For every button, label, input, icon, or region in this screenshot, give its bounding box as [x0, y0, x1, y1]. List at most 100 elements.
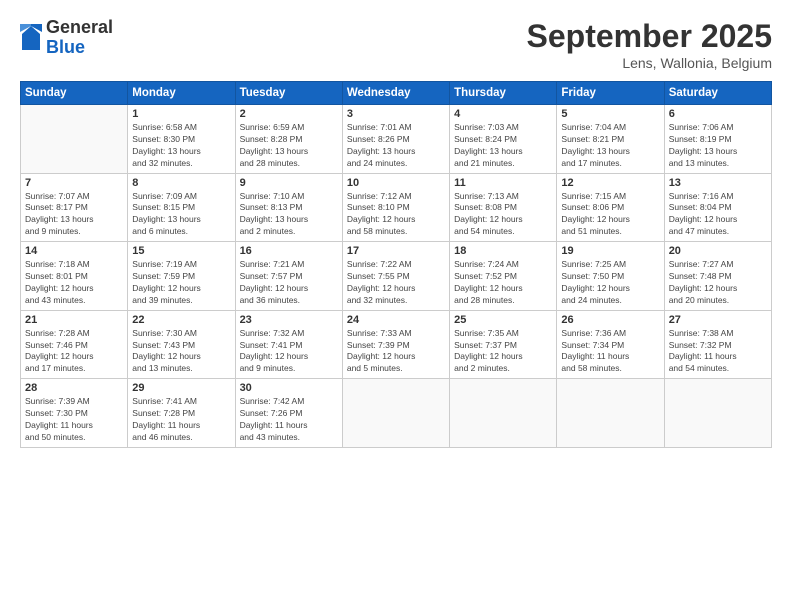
day-number: 11: [454, 177, 552, 189]
calendar-cell: 6Sunrise: 7:06 AM Sunset: 8:19 PM Daylig…: [664, 105, 771, 174]
calendar-table: SundayMondayTuesdayWednesdayThursdayFrid…: [20, 81, 772, 448]
calendar-cell: 23 Sunrise: 7:32 AM Sunset: 7:41 PM Dayli…: [235, 310, 342, 379]
day-number: 1: [132, 108, 230, 120]
day-info: Sunrise: 7:25 AM Sunset: 7:50 PM Dayligh…: [561, 259, 659, 307]
day-number: 2: [240, 108, 338, 120]
day-info: Sunrise: 7:18 AM Sunset: 8:01 PM Dayligh…: [25, 259, 123, 307]
calendar-week-row: 1 Sunrise: 6:58 AM Sunset: 8:30 PM Daylig…: [21, 105, 772, 174]
day-info: Sunrise: 7:12 AM Sunset: 8:10 PM Dayligh…: [347, 191, 445, 239]
calendar-week-row: 7Sunrise: 7:07 AM Sunset: 8:17 PM Daylig…: [21, 173, 772, 242]
calendar-cell: 17Sunrise: 7:22 AM Sunset: 7:55 PM Dayli…: [342, 242, 449, 311]
day-info: Sunrise: 7:21 AM Sunset: 7:57 PM Dayligh…: [240, 259, 338, 307]
day-number: 20: [669, 245, 767, 257]
day-info: Sunrise: 7:38 AM Sunset: 7:32 PM Dayligh…: [669, 328, 767, 376]
calendar-cell: [557, 379, 664, 448]
calendar-cell: 18 Sunrise: 7:24 AM Sunset: 7:52 PM Dayli…: [450, 242, 557, 311]
day-info: Sunrise: 7:39 AM Sunset: 7:30 PM Dayligh…: [25, 396, 123, 444]
calendar-cell: 22 Sunrise: 7:30 AM Sunset: 7:43 PM Dayli…: [128, 310, 235, 379]
day-number: 22: [132, 314, 230, 326]
day-info: Sunrise: 7:33 AM Sunset: 7:39 PM Dayligh…: [347, 328, 445, 376]
calendar-cell: 12 Sunrise: 7:15 AM Sunset: 8:06 PM Dayli…: [557, 173, 664, 242]
calendar-cell: 4Sunrise: 7:03 AM Sunset: 8:24 PM Daylig…: [450, 105, 557, 174]
day-number: 7: [25, 177, 123, 189]
calendar-title: September 2025: [527, 18, 772, 55]
day-number: 9: [240, 177, 338, 189]
day-number: 13: [669, 177, 767, 189]
day-number: 26: [561, 314, 659, 326]
day-number: 18: [454, 245, 552, 257]
calendar-week-row: 28Sunrise: 7:39 AM Sunset: 7:30 PM Dayli…: [21, 379, 772, 448]
day-info: Sunrise: 7:06 AM Sunset: 8:19 PM Dayligh…: [669, 122, 767, 170]
calendar-cell: 10 Sunrise: 7:12 AM Sunset: 8:10 PM Dayli…: [342, 173, 449, 242]
calendar-header-row: SundayMondayTuesdayWednesdayThursdayFrid…: [21, 82, 772, 105]
day-number: 16: [240, 245, 338, 257]
calendar-cell: 25 Sunrise: 7:35 AM Sunset: 7:37 PM Dayli…: [450, 310, 557, 379]
calendar-cell: [450, 379, 557, 448]
calendar-week-row: 21Sunrise: 7:28 AM Sunset: 7:46 PM Dayli…: [21, 310, 772, 379]
day-number: 8: [132, 177, 230, 189]
logo-blue: Blue: [46, 38, 113, 58]
header: General Blue September 2025 Lens, Wallon…: [20, 18, 772, 71]
page: General Blue September 2025 Lens, Wallon…: [0, 0, 792, 612]
weekday-header: Tuesday: [235, 82, 342, 105]
day-number: 17: [347, 245, 445, 257]
weekday-header: Saturday: [664, 82, 771, 105]
calendar-cell: 7Sunrise: 7:07 AM Sunset: 8:17 PM Daylig…: [21, 173, 128, 242]
logo-general: General: [46, 18, 113, 38]
calendar-cell: 29 Sunrise: 7:41 AM Sunset: 7:28 PM Dayli…: [128, 379, 235, 448]
calendar-week-row: 14 Sunrise: 7:18 AM Sunset: 8:01 PM Dayli…: [21, 242, 772, 311]
day-info: Sunrise: 7:27 AM Sunset: 7:48 PM Dayligh…: [669, 259, 767, 307]
calendar-cell: 5 Sunrise: 7:04 AM Sunset: 8:21 PM Daylig…: [557, 105, 664, 174]
calendar-cell: [664, 379, 771, 448]
calendar-cell: [21, 105, 128, 174]
day-info: Sunrise: 7:09 AM Sunset: 8:15 PM Dayligh…: [132, 191, 230, 239]
day-info: Sunrise: 7:04 AM Sunset: 8:21 PM Dayligh…: [561, 122, 659, 170]
day-info: Sunrise: 7:15 AM Sunset: 8:06 PM Dayligh…: [561, 191, 659, 239]
day-number: 10: [347, 177, 445, 189]
calendar-cell: 9 Sunrise: 7:10 AM Sunset: 8:13 PM Daylig…: [235, 173, 342, 242]
day-number: 23: [240, 314, 338, 326]
day-info: Sunrise: 7:24 AM Sunset: 7:52 PM Dayligh…: [454, 259, 552, 307]
day-info: Sunrise: 7:32 AM Sunset: 7:41 PM Dayligh…: [240, 328, 338, 376]
day-number: 5: [561, 108, 659, 120]
day-info: Sunrise: 7:19 AM Sunset: 7:59 PM Dayligh…: [132, 259, 230, 307]
calendar-cell: 20 Sunrise: 7:27 AM Sunset: 7:48 PM Dayli…: [664, 242, 771, 311]
calendar-cell: 21Sunrise: 7:28 AM Sunset: 7:46 PM Dayli…: [21, 310, 128, 379]
calendar-cell: 27 Sunrise: 7:38 AM Sunset: 7:32 PM Dayli…: [664, 310, 771, 379]
day-number: 29: [132, 382, 230, 394]
logo-icon: [20, 24, 42, 52]
day-info: Sunrise: 7:35 AM Sunset: 7:37 PM Dayligh…: [454, 328, 552, 376]
day-number: 12: [561, 177, 659, 189]
calendar-cell: 30Sunrise: 7:42 AM Sunset: 7:26 PM Dayli…: [235, 379, 342, 448]
day-info: Sunrise: 7:10 AM Sunset: 8:13 PM Dayligh…: [240, 191, 338, 239]
weekday-header: Sunday: [21, 82, 128, 105]
day-number: 15: [132, 245, 230, 257]
day-info: Sunrise: 7:36 AM Sunset: 7:34 PM Dayligh…: [561, 328, 659, 376]
day-number: 30: [240, 382, 338, 394]
calendar-cell: 1 Sunrise: 6:58 AM Sunset: 8:30 PM Daylig…: [128, 105, 235, 174]
calendar-cell: 24 Sunrise: 7:33 AM Sunset: 7:39 PM Dayli…: [342, 310, 449, 379]
day-number: 14: [25, 245, 123, 257]
day-number: 3: [347, 108, 445, 120]
day-number: 4: [454, 108, 552, 120]
day-info: Sunrise: 6:59 AM Sunset: 8:28 PM Dayligh…: [240, 122, 338, 170]
day-number: 25: [454, 314, 552, 326]
day-info: Sunrise: 7:30 AM Sunset: 7:43 PM Dayligh…: [132, 328, 230, 376]
day-number: 27: [669, 314, 767, 326]
calendar-cell: 16 Sunrise: 7:21 AM Sunset: 7:57 PM Dayli…: [235, 242, 342, 311]
day-info: Sunrise: 7:01 AM Sunset: 8:26 PM Dayligh…: [347, 122, 445, 170]
calendar-cell: 11Sunrise: 7:13 AM Sunset: 8:08 PM Dayli…: [450, 173, 557, 242]
calendar-cell: 26 Sunrise: 7:36 AM Sunset: 7:34 PM Dayli…: [557, 310, 664, 379]
calendar-cell: 15 Sunrise: 7:19 AM Sunset: 7:59 PM Dayli…: [128, 242, 235, 311]
calendar-subtitle: Lens, Wallonia, Belgium: [527, 55, 772, 71]
weekday-header: Monday: [128, 82, 235, 105]
day-number: 21: [25, 314, 123, 326]
day-info: Sunrise: 7:41 AM Sunset: 7:28 PM Dayligh…: [132, 396, 230, 444]
calendar-cell: 28Sunrise: 7:39 AM Sunset: 7:30 PM Dayli…: [21, 379, 128, 448]
day-info: Sunrise: 7:16 AM Sunset: 8:04 PM Dayligh…: [669, 191, 767, 239]
calendar-cell: 8 Sunrise: 7:09 AM Sunset: 8:15 PM Daylig…: [128, 173, 235, 242]
weekday-header: Thursday: [450, 82, 557, 105]
day-info: Sunrise: 6:58 AM Sunset: 8:30 PM Dayligh…: [132, 122, 230, 170]
calendar-cell: 13 Sunrise: 7:16 AM Sunset: 8:04 PM Dayli…: [664, 173, 771, 242]
day-number: 24: [347, 314, 445, 326]
